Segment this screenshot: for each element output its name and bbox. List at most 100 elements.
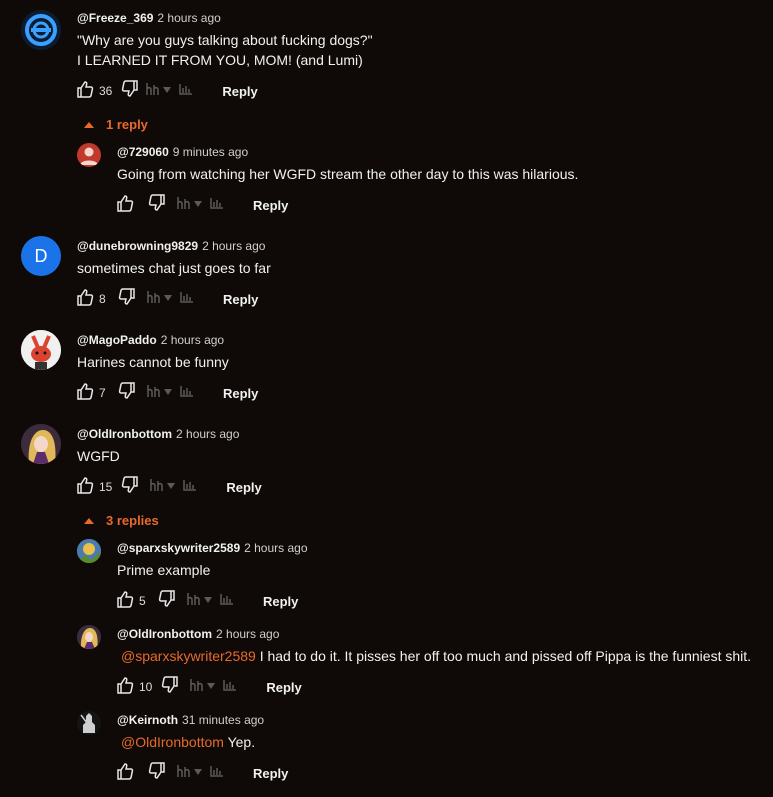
reply-button[interactable]: Reply	[223, 386, 258, 401]
timestamp[interactable]: 31 minutes ago	[182, 713, 264, 727]
dropdown-arrow-icon[interactable]	[166, 478, 176, 496]
thumbs-down-icon[interactable]	[147, 761, 167, 786]
dropdown-arrow-icon[interactable]	[206, 678, 216, 696]
thumbs-up-icon[interactable]	[115, 761, 135, 786]
replies-toggle[interactable]: 3 replies	[84, 513, 159, 528]
reply-button[interactable]: Reply	[226, 480, 261, 495]
author-name[interactable]: @dunebrowning9829	[77, 239, 198, 253]
thumbs-down-icon[interactable]	[117, 381, 137, 406]
thumbs-down-icon[interactable]	[160, 675, 180, 700]
dropdown-arrow-icon[interactable]	[163, 384, 173, 402]
stats-icon[interactable]	[178, 81, 194, 102]
landscape-avatar-icon	[77, 539, 101, 563]
timestamp[interactable]: 2 hours ago	[176, 427, 239, 441]
author-name[interactable]: @Keirnoth	[117, 713, 178, 727]
avatar-letter: D	[34, 245, 48, 266]
replies-toggle[interactable]: 1 reply	[84, 117, 148, 132]
hype-icon[interactable]	[175, 195, 191, 216]
hype-icon[interactable]	[185, 591, 201, 612]
action-bar: 5 Reply	[115, 589, 298, 613]
author-name[interactable]: @729060	[117, 145, 169, 159]
thumbs-down-icon[interactable]	[120, 475, 140, 500]
stats-icon[interactable]	[179, 383, 195, 404]
avatar[interactable]	[21, 10, 61, 50]
avatar[interactable]	[77, 143, 101, 167]
comment-meta: @OldIronbottom 2 hours ago	[77, 427, 239, 441]
avatar[interactable]	[77, 539, 101, 563]
comment-text: sometimes chat just goes to far	[77, 260, 271, 276]
comment-meta: @Freeze_369 2 hours ago	[77, 11, 221, 25]
like-count: 8	[99, 292, 106, 306]
stats-icon[interactable]	[209, 763, 225, 784]
reply-button[interactable]: Reply	[223, 292, 258, 307]
author-name[interactable]: @Freeze_369	[77, 11, 153, 25]
thumbs-up-icon[interactable]	[75, 79, 95, 104]
comment-text: WGFD	[77, 448, 120, 464]
timestamp[interactable]: 2 hours ago	[244, 541, 307, 555]
thumbs-up-icon[interactable]	[115, 193, 135, 218]
avatar[interactable]	[21, 424, 61, 464]
timestamp[interactable]: 2 hours ago	[216, 627, 279, 641]
avatar[interactable]	[77, 711, 101, 735]
rabbit-avatar-icon	[21, 330, 61, 370]
thumbs-up-icon[interactable]	[75, 287, 95, 312]
comment-meta: @sparxskywriter2589 2 hours ago	[117, 541, 308, 555]
action-bar: 36 Reply	[75, 79, 258, 103]
comment-text-body: I had to do it. It pisses her off too mu…	[259, 648, 752, 664]
author-name[interactable]: @OldIronbottom	[117, 627, 212, 641]
comment-text: Prime example	[117, 562, 211, 578]
reply-button[interactable]: Reply	[253, 766, 288, 781]
caret-up-icon	[84, 121, 94, 128]
stats-icon[interactable]	[182, 477, 198, 498]
dropdown-arrow-icon[interactable]	[163, 290, 173, 308]
anime-avatar-icon	[77, 625, 101, 649]
hype-icon[interactable]	[148, 477, 164, 498]
hype-icon[interactable]	[145, 289, 161, 310]
timestamp[interactable]: 2 hours ago	[161, 333, 224, 347]
lantern-logo-icon	[21, 10, 61, 50]
author-name[interactable]: @OldIronbottom	[77, 427, 172, 441]
avatar[interactable]: D	[21, 236, 61, 276]
avatar[interactable]	[21, 330, 61, 370]
dropdown-arrow-icon[interactable]	[193, 764, 203, 782]
timestamp[interactable]: 2 hours ago	[157, 11, 220, 25]
author-name[interactable]: @MagoPaddo	[77, 333, 157, 347]
thumbs-up-icon[interactable]	[75, 475, 95, 500]
stats-icon[interactable]	[222, 677, 238, 698]
author-name[interactable]: @sparxskywriter2589	[117, 541, 240, 555]
replies-toggle-label: 3 replies	[106, 513, 159, 528]
hype-icon[interactable]	[144, 81, 160, 102]
stats-icon[interactable]	[219, 591, 235, 612]
thumbs-down-icon[interactable]	[157, 589, 177, 614]
reply-button[interactable]: Reply	[263, 594, 298, 609]
reply-button[interactable]: Reply	[253, 198, 288, 213]
dropdown-arrow-icon[interactable]	[193, 196, 203, 214]
reply-button[interactable]: Reply	[222, 84, 257, 99]
avatar[interactable]	[77, 625, 101, 649]
stats-icon[interactable]	[209, 195, 225, 216]
like-count: 15	[99, 480, 113, 494]
thumbs-up-icon[interactable]	[115, 675, 135, 700]
timestamp[interactable]: 9 minutes ago	[173, 145, 248, 159]
dropdown-arrow-icon[interactable]	[162, 82, 172, 100]
hype-icon[interactable]	[175, 763, 191, 784]
hype-icon[interactable]	[145, 383, 161, 404]
thumbs-up-icon[interactable]	[115, 589, 135, 614]
reply-button[interactable]: Reply	[266, 680, 301, 695]
action-bar: 7 Reply	[75, 381, 258, 405]
hype-icon[interactable]	[188, 677, 204, 698]
mention-link[interactable]: @OldIronbottom	[121, 734, 224, 750]
mention-link[interactable]: @sparxskywriter2589	[121, 648, 256, 664]
thumbs-down-icon[interactable]	[147, 193, 167, 218]
anime-avatar-icon	[21, 424, 61, 464]
timestamp[interactable]: 2 hours ago	[202, 239, 265, 253]
thumbs-up-icon[interactable]	[75, 381, 95, 406]
comment-meta: @MagoPaddo 2 hours ago	[77, 333, 224, 347]
replies-toggle-label: 1 reply	[106, 117, 148, 132]
dropdown-arrow-icon[interactable]	[203, 592, 213, 610]
thumbs-down-icon[interactable]	[120, 79, 140, 104]
warrior-avatar-icon	[77, 711, 101, 735]
thumbs-down-icon[interactable]	[117, 287, 137, 312]
comment-line: "Why are you guys talking about fucking …	[77, 32, 373, 48]
stats-icon[interactable]	[179, 289, 195, 310]
